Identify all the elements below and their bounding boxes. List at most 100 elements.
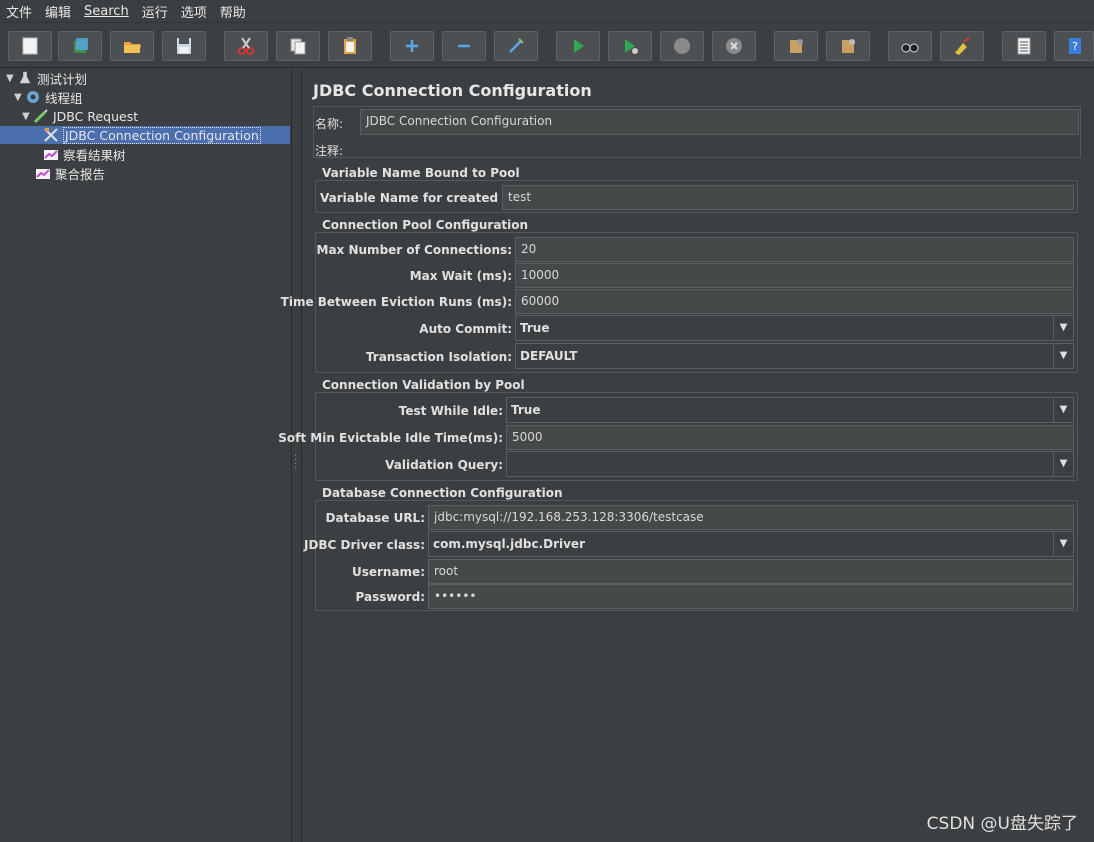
clear-all-button[interactable] [826,31,870,61]
broom-icon [955,37,970,55]
max-connections-field[interactable]: 20 [515,237,1074,262]
password-field[interactable]: •••••• [428,584,1074,609]
driver-class-value: com.mysql.jdbc.Driver [433,537,585,551]
test-while-idle-label: Test While Idle: [398,404,503,418]
toolbar: ? [0,24,1094,68]
comment-field[interactable] [354,139,1079,157]
chevron-down-icon[interactable]: ▼ [1053,398,1073,422]
wand-icon [509,38,524,53]
expand-arrow-icon[interactable]: ▼ [6,73,16,84]
help-icon: ? [1069,38,1081,54]
open-button[interactable] [110,31,154,61]
stop-button[interactable] [660,31,704,61]
list-icon [1017,37,1031,55]
eviction-runs-field[interactable]: 60000 [515,289,1074,314]
chevron-down-icon[interactable]: ▼ [1053,344,1073,368]
page-title: JDBC Connection Configuration [313,81,592,100]
splitter-grip-icon: · · · · [294,451,298,474]
tree-node-label: JDBC Connection Configuration [63,126,261,144]
username-field[interactable]: root [428,559,1074,584]
validation-query-label: Validation Query: [385,458,503,472]
tree-node-view-results-tree[interactable]: 察看结果树 [42,145,126,163]
copy-button[interactable] [276,31,320,61]
username-label: Username: [351,565,425,579]
menu-search[interactable]: Search [84,4,129,19]
validation-query-select[interactable]: ▼ [506,451,1074,477]
max-wait-field[interactable]: 10000 [515,263,1074,288]
shutdown-button[interactable] [712,31,756,61]
clear-button[interactable] [774,31,818,61]
menu-help[interactable]: 帮助 [220,2,246,21]
start-button[interactable] [556,31,600,61]
collapse-button[interactable] [442,31,486,61]
clipboard-icon [344,37,356,54]
minus-icon [458,44,470,48]
svg-text:?: ? [1072,40,1078,53]
transaction-isolation-label: Transaction Isolation: [365,350,512,364]
tree-node-thread-group[interactable]: ▼ 线程组 [14,88,83,106]
expand-arrow-icon[interactable]: ▼ [22,111,32,122]
help-button[interactable]: ? [1054,31,1094,61]
pool-configuration-group-title: Connection Pool Configuration [318,218,533,232]
menu-edit[interactable]: 编辑 [45,2,71,21]
comment-label: 注释: [315,144,344,158]
config-panel: JDBC Connection Configuration 名称: JDBC C… [278,69,1094,842]
chevron-down-icon[interactable]: ▼ [1053,316,1073,340]
soft-min-idle-field[interactable]: 5000 [506,425,1074,450]
transaction-isolation-value: DEFAULT [520,349,578,363]
broom-gear-icon [790,39,803,53]
cut-button[interactable] [224,31,268,61]
tree-node-label: 察看结果树 [63,147,126,163]
shutdown-icon [726,38,742,54]
auto-commit-label: Auto Commit: [419,322,512,336]
expand-arrow-icon[interactable]: ▼ [14,92,24,103]
search-button[interactable] [888,31,932,61]
start-no-pauses-button[interactable] [608,31,652,61]
menu-run[interactable]: 运行 [142,2,168,21]
save-button[interactable] [162,31,206,61]
test-while-idle-value: True [511,403,541,417]
tools-icon [42,127,60,143]
database-url-label: Database URL: [325,511,425,525]
driver-class-select[interactable]: com.mysql.jdbc.Driver ▼ [428,531,1074,557]
auto-commit-value: True [520,321,550,335]
gear-icon [24,89,42,105]
paste-button[interactable] [328,31,372,61]
play-icon [574,39,584,53]
name-field[interactable]: JDBC Connection Configuration [360,109,1079,135]
templates-button[interactable] [58,31,102,61]
tree-node-test-plan[interactable]: ▼ 测试计划 [6,69,87,87]
stop-icon [674,38,690,54]
eviction-runs-label: Time Between Eviction Runs (ms): [280,295,512,309]
chevron-down-icon[interactable]: ▼ [1053,532,1073,556]
menu-bar: 文件 编辑 Search 运行 选项 帮助 [0,0,1094,23]
binoculars-icon [901,43,919,53]
folder-open-icon [124,42,141,53]
menu-file[interactable]: 文件 [6,2,32,21]
auto-commit-select[interactable]: True ▼ [515,315,1074,341]
function-helper-button[interactable] [1002,31,1046,61]
password-label: Password: [355,590,426,604]
tree-node-jdbc-config[interactable]: JDBC Connection Configuration [0,126,290,144]
tree-node-aggregate-report[interactable]: 聚合报告 [34,164,105,182]
toggle-button[interactable] [494,31,538,61]
transaction-isolation-select[interactable]: DEFAULT ▼ [515,343,1074,369]
test-while-idle-select[interactable]: True ▼ [506,397,1074,423]
pool-variable-field[interactable]: test [502,185,1074,210]
flask-icon [16,70,34,86]
max-wait-label: Max Wait (ms): [409,269,512,283]
tree-node-jdbc-request[interactable]: ▼ JDBC Request [22,107,138,125]
pane-splitter[interactable]: · · · · [292,69,302,842]
chevron-down-icon[interactable]: ▼ [1053,452,1073,476]
new-button[interactable] [8,31,52,61]
pool-variable-group-title: Variable Name Bound to Pool [318,166,524,180]
validation-group-title: Connection Validation by Pool [318,378,529,392]
broom-all-icon [842,39,855,53]
menu-options[interactable]: 选项 [181,2,207,21]
expand-button[interactable] [390,31,434,61]
scissors-icon [238,37,254,55]
new-file-icon [22,37,38,55]
copy-icon [290,38,306,55]
database-url-field[interactable]: jdbc:mysql://192.168.253.128:3306/testca… [428,505,1074,530]
reset-search-button[interactable] [940,31,984,61]
